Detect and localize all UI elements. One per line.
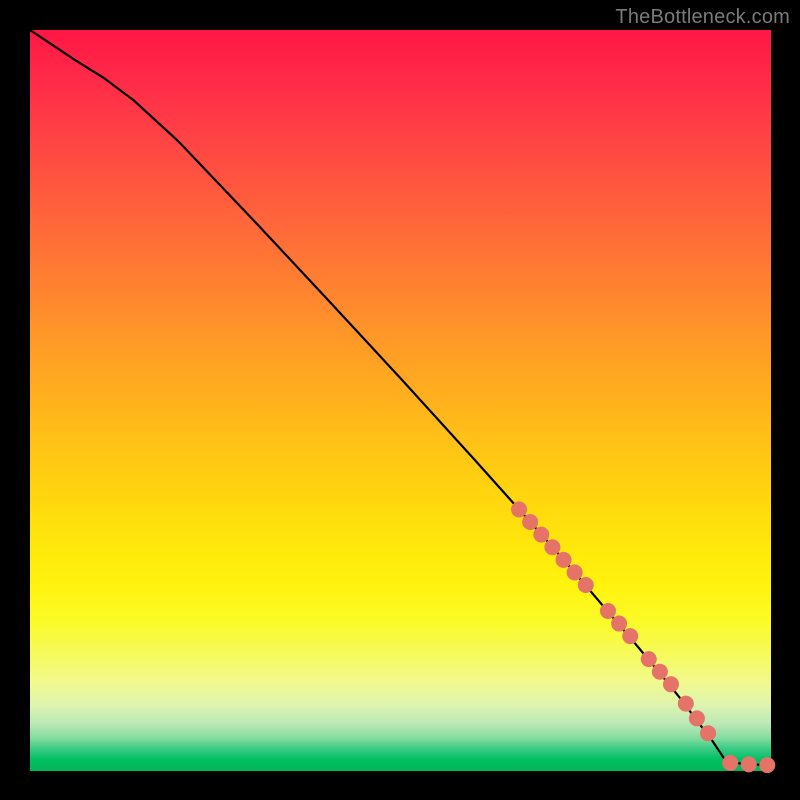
data-point [741, 756, 757, 772]
marker-group [511, 501, 775, 773]
data-point [678, 696, 694, 712]
data-point [689, 710, 705, 726]
data-point [652, 664, 668, 680]
chart-overlay [30, 30, 771, 771]
data-point [700, 725, 716, 741]
data-point [600, 603, 616, 619]
curve-line [30, 30, 771, 765]
data-point [622, 628, 638, 644]
data-point [722, 755, 738, 771]
data-point [759, 757, 775, 773]
data-point [663, 676, 679, 692]
data-point [578, 577, 594, 593]
data-point [522, 514, 538, 530]
chart-stage: TheBottleneck.com [0, 0, 800, 800]
data-point [544, 539, 560, 555]
data-point [611, 616, 627, 632]
data-point [641, 651, 657, 667]
data-point [556, 552, 572, 568]
watermark-text: TheBottleneck.com [615, 6, 790, 29]
data-point [511, 501, 527, 517]
plot-area [30, 30, 771, 771]
data-point [533, 527, 549, 543]
data-point [567, 564, 583, 580]
